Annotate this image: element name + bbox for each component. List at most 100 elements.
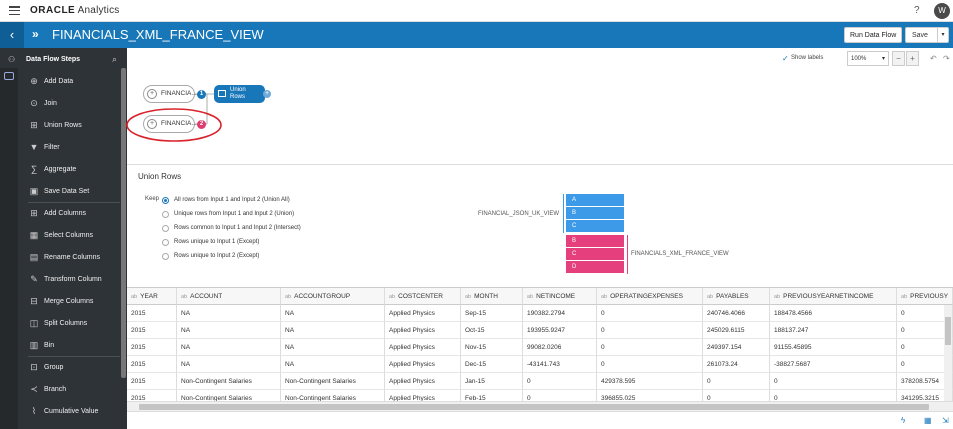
column-header-account[interactable]: ab ACCOUNT (177, 288, 281, 305)
radio-button[interactable] (162, 225, 169, 232)
table-view-icon[interactable]: ▦ (924, 416, 932, 425)
union-rows-node-icon (218, 90, 226, 97)
table-cell: Non-Contingent Salaries (177, 373, 281, 390)
table-cell: NA (177, 356, 281, 373)
table-cell: 91155.45895 (770, 339, 897, 356)
radio-button[interactable] (162, 197, 169, 204)
table-cell: Applied Physics (385, 305, 461, 322)
panel-title: Union Rows (138, 172, 182, 181)
input1-dataset-label: FINANCIAL_JSON_UK_VIEW (478, 211, 560, 217)
table-cell: 240746.4066 (703, 305, 770, 322)
column-type-icon: ab (601, 294, 608, 300)
table-vertical-scrollbar[interactable] (944, 305, 952, 401)
table-cell: 2015 (127, 339, 177, 356)
input2-row-b: B (566, 235, 624, 248)
column-header-payables[interactable]: ab PAYABLES (703, 288, 770, 305)
table-cell: 0 (703, 373, 770, 390)
union-option-label: Unique rows from Input 1 and Input 2 (Un… (174, 211, 295, 217)
table-cell: Applied Physics (385, 322, 461, 339)
table-cell: -38827.5687 (770, 356, 897, 373)
table-cell: Nov-15 (461, 339, 523, 356)
add-node-icon[interactable]: + (147, 119, 157, 129)
column-name: MONTH (474, 293, 498, 300)
table-cell: NA (281, 322, 385, 339)
union-option-label: Rows unique to Input 1 (Except) (174, 239, 260, 245)
column-name: NETINCOME (536, 293, 576, 300)
table-cell: 0 (597, 322, 703, 339)
table-cell: 188478.4566 (770, 305, 897, 322)
table-cell: 0 (597, 305, 703, 322)
column-name: COSTCENTER (398, 293, 443, 300)
column-header-month[interactable]: ab MONTH (461, 288, 523, 305)
expand-icon[interactable]: ⇲ (942, 416, 949, 425)
input2-bracket (627, 235, 628, 274)
input1-row-b: B (566, 207, 624, 220)
column-header-operatingexpenses[interactable]: ab OPERATINGEXPENSES (597, 288, 703, 305)
column-type-icon: ab (465, 294, 472, 300)
table-cell: 2015 (127, 356, 177, 373)
column-name: PREVIOUSYEARNETINCOME (783, 293, 874, 300)
add-step-icon[interactable]: + (263, 90, 271, 98)
column-name: YEAR (140, 293, 158, 300)
input1-row-c: C (566, 220, 624, 233)
table-cell: 429378.595 (597, 373, 703, 390)
table-cell: Non-Contingent Salaries (281, 373, 385, 390)
table-cell: 0 (770, 373, 897, 390)
column-name: ACCOUNT (190, 293, 223, 300)
input2-row-c: C (566, 248, 624, 261)
table-cell: NA (281, 305, 385, 322)
column-type-icon: ab (707, 294, 714, 300)
table-cell: Sep-15 (461, 305, 523, 322)
table-cell: NA (177, 322, 281, 339)
footer-bar: ϟ ▦ ⇲ (127, 411, 953, 429)
radio-button[interactable] (162, 211, 169, 218)
table-cell: Dec-15 (461, 356, 523, 373)
column-type-icon: ab (181, 294, 188, 300)
radio-button[interactable] (162, 253, 169, 260)
input-node-1[interactable]: + FINANCIA... (143, 85, 197, 103)
input1-bracket (563, 194, 564, 233)
table-cell: NA (281, 339, 385, 356)
table-cell: -43141.743 (523, 356, 597, 373)
column-header-netincome[interactable]: ab NETINCOME (523, 288, 597, 305)
column-type-icon: ab (131, 294, 138, 300)
table-cell: 2015 (127, 322, 177, 339)
union-rows-node[interactable]: Union Rows (214, 85, 265, 103)
table-cell: Applied Physics (385, 356, 461, 373)
column-header-previousyearnetincome[interactable]: ab PREVIOUSYEARNETINCOME (770, 288, 897, 305)
table-cell: NA (177, 305, 281, 322)
table-cell: Jan-15 (461, 373, 523, 390)
table-cell: 2015 (127, 373, 177, 390)
input-node-2[interactable]: + FINANCIA... (143, 115, 197, 133)
column-header-previousy[interactable]: ab PREVIOUSY (897, 288, 953, 305)
table-cell: 0 (597, 356, 703, 373)
union-option-label: Rows common to Input 1 and Input 2 (Inte… (174, 225, 301, 231)
column-type-icon: ab (285, 294, 292, 300)
column-type-icon: ab (774, 294, 781, 300)
lightning-icon[interactable]: ϟ (901, 416, 905, 425)
table-cell: 193955.9247 (523, 322, 597, 339)
table-cell: 99082.0206 (523, 339, 597, 356)
node-badge-2: 2 (197, 120, 206, 129)
union-option-label: Rows unique to Input 2 (Except) (174, 253, 260, 259)
column-header-costcenter[interactable]: ab COSTCENTER (385, 288, 461, 305)
table-horizontal-scrollbar[interactable] (127, 401, 953, 411)
add-node-icon[interactable]: + (147, 89, 157, 99)
column-name: OPERATINGEXPENSES (610, 293, 683, 300)
table-cell: 188137.247 (770, 322, 897, 339)
table-cell: 2015 (127, 305, 177, 322)
column-header-accountgroup[interactable]: ab ACCOUNTGROUP (281, 288, 385, 305)
table-cell: NA (281, 356, 385, 373)
input1-row-a: A (566, 194, 624, 207)
column-name: PREVIOUSY (910, 293, 949, 300)
table-cell: 0 (523, 373, 597, 390)
table-cell: 261073.24 (703, 356, 770, 373)
radio-button[interactable] (162, 239, 169, 246)
table-cell: 249397.154 (703, 339, 770, 356)
node-badge-1: 1 (197, 90, 206, 99)
table-cell: 0 (597, 339, 703, 356)
input2-dataset-label: FINANCIALS_XML_FRANCE_VIEW (631, 251, 729, 257)
column-type-icon: ab (527, 294, 534, 300)
column-header-year[interactable]: ab YEAR (127, 288, 177, 305)
column-type-icon: ab (389, 294, 396, 300)
